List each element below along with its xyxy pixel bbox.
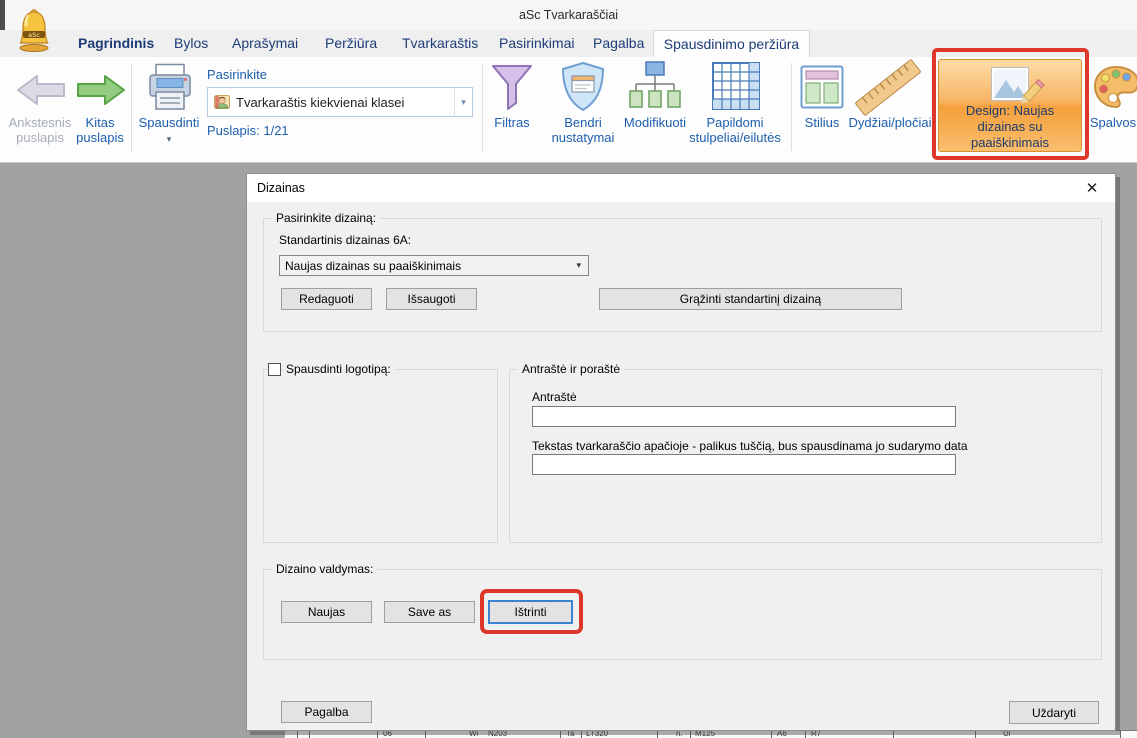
- ribbon-separator: [791, 63, 792, 151]
- print-dropdown-caret-icon[interactable]: ▾: [135, 134, 203, 145]
- table-cell: Wi: [469, 730, 478, 738]
- select-report-label: Pasirinkite: [207, 67, 327, 82]
- extra-columns-rows-button[interactable]: Papildomi stulpeliai/eilutės: [676, 115, 794, 145]
- design-management-legend: Dizaino valdymas:: [272, 562, 377, 576]
- previous-page-arrow-icon[interactable]: [16, 73, 66, 112]
- asc-bell-logo-icon[interactable]: aSc: [15, 7, 53, 53]
- header-footer-group: Antraštė ir poraštė Antraštė Tekstas tva…: [509, 369, 1102, 543]
- table-cell: N203: [488, 730, 507, 738]
- annotation-highlight-delete: [480, 589, 583, 634]
- tab-pasirinkimai[interactable]: Pasirinkimai: [483, 30, 590, 57]
- dialog-title-bar[interactable]: Dizainas ✕: [247, 174, 1115, 202]
- table-cell: Ui: [1003, 730, 1011, 738]
- tab-aprasymai[interactable]: Aprašymai: [216, 30, 314, 57]
- report-type-icon: [213, 93, 231, 111]
- print-logo-checkbox[interactable]: [268, 363, 281, 376]
- footer-label: Tekstas tvarkaraščio apačioje - palikus …: [532, 439, 968, 453]
- save-as-button[interactable]: Save as: [384, 601, 475, 623]
- select-design-legend: Pasirinkite dizainą:: [272, 211, 380, 225]
- print-logo-label: Spausdinti logotipą:: [284, 362, 395, 376]
- ribbon-separator: [482, 63, 483, 151]
- dialog-title: Dizainas: [257, 181, 305, 195]
- sizes-widths-button[interactable]: Dydžiai/pločiai: [843, 115, 937, 130]
- tab-perziura[interactable]: Peržiūra: [309, 30, 393, 57]
- ribbon-separator: [131, 63, 132, 151]
- general-settings-shield-icon[interactable]: [559, 61, 607, 118]
- table-cell: 06: [383, 730, 392, 738]
- help-button[interactable]: Pagalba: [281, 701, 372, 723]
- next-page-arrow-icon[interactable]: [76, 73, 126, 112]
- table-cell: R7: [811, 730, 821, 738]
- edit-button[interactable]: Redaguoti: [281, 288, 372, 310]
- table-cell: M125: [695, 730, 715, 738]
- report-combobox-dropdown-button[interactable]: ▾: [454, 88, 472, 116]
- colors-palette-icon[interactable]: [1092, 63, 1137, 116]
- restore-standard-design-button[interactable]: Grąžinti standartinį dizainą: [599, 288, 902, 310]
- application-window: aSc Tvarkaraščiai aSc Pagrindinis Bylos …: [0, 0, 1137, 738]
- table-cell: n.: [676, 730, 683, 738]
- table-cell: LT320: [586, 730, 608, 738]
- report-combobox[interactable]: Tvarkaraštis kiekvienai klasei ▾: [207, 87, 473, 117]
- chevron-down-icon: ▾: [576, 260, 581, 271]
- design-dialog: Dizainas ✕ Pasirinkite dizainą: Standart…: [246, 173, 1116, 731]
- sizes-ruler-icon[interactable]: [852, 61, 922, 113]
- svg-text:aSc: aSc: [28, 31, 40, 39]
- design-combobox[interactable]: Naujas dizainas su paaiškinimais ▾: [279, 255, 589, 276]
- filter-button[interactable]: Filtras: [484, 115, 540, 130]
- filter-funnel-icon[interactable]: [490, 63, 534, 116]
- tab-spausdinimo-perziura[interactable]: Spausdinimo peržiūra: [653, 30, 810, 57]
- modify-orgchart-icon[interactable]: [628, 60, 682, 117]
- timetable-row-sliver: 06 Wi N203 Ta LT320 n. M125 A6 R7 Ui: [285, 730, 1137, 738]
- design-combobox-value: Naujas dizainas su paaiškinimais: [285, 259, 576, 273]
- annotation-highlight-design: [932, 48, 1089, 160]
- ribbon-toolbar: Ankstesnis puslapis Kitas puslapis Spaus…: [0, 57, 1137, 163]
- print-logo-group: Spausdinti logotipą:: [263, 369, 498, 543]
- page-indicator: Puslapis: 1/21: [207, 123, 367, 138]
- header-footer-legend: Antraštė ir poraštė: [518, 362, 624, 376]
- header-label: Antraštė: [532, 390, 577, 404]
- header-input[interactable]: [532, 406, 956, 427]
- colors-button[interactable]: Spalvos: [1087, 115, 1137, 130]
- general-settings-button[interactable]: Bendri nustatymai: [547, 115, 619, 145]
- tab-pagrindinis[interactable]: Pagrindinis: [62, 30, 170, 57]
- extra-columns-grid-icon[interactable]: [712, 62, 760, 115]
- window-title: aSc Tvarkaraščiai: [0, 8, 1137, 22]
- save-button[interactable]: Išsaugoti: [386, 288, 477, 310]
- new-button[interactable]: Naujas: [281, 601, 372, 623]
- table-cell: Ta: [566, 730, 574, 738]
- style-button[interactable]: Stilius: [797, 115, 847, 130]
- print-icon[interactable]: [147, 63, 193, 118]
- close-button[interactable]: Uždaryti: [1009, 701, 1099, 724]
- dialog-close-icon[interactable]: ✕: [1081, 179, 1103, 199]
- tab-pagalba[interactable]: Pagalba: [577, 30, 660, 57]
- next-page-button[interactable]: Kitas puslapis: [64, 115, 136, 145]
- table-cell: A6: [777, 730, 787, 738]
- title-bar: aSc Tvarkaraščiai: [0, 0, 1137, 30]
- tab-bylos[interactable]: Bylos: [158, 30, 224, 57]
- report-combobox-value: Tvarkaraštis kiekvienai klasei: [236, 95, 454, 110]
- footer-input[interactable]: [532, 454, 956, 475]
- style-layout-icon[interactable]: [800, 65, 844, 114]
- standard-design-label: Standartinis dizainas 6A:: [279, 233, 411, 247]
- tab-tvarkarastis[interactable]: Tvarkaraštis: [386, 30, 494, 57]
- print-button[interactable]: Spausdinti: [135, 115, 203, 130]
